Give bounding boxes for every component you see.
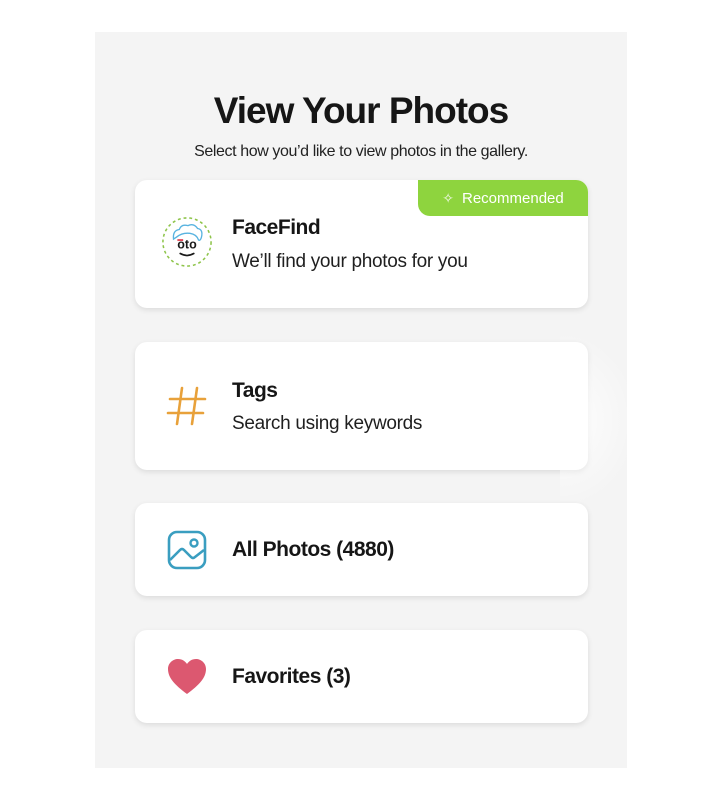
all-photos-option-card[interactable]: All Photos (4880) [135,503,588,596]
favorites-title: Favorites (3) [232,665,351,688]
sparkle-icon: ✧ [442,189,454,206]
page-title: View Your Photos [213,90,509,131]
page-subtitle: Select how you’d like to view photos in … [194,143,528,160]
view-photos-panel: View Your Photos Select how you’d like t… [95,32,627,768]
recommended-badge: ✧ Recommended [418,180,588,216]
facefind-avatar-icon: oto [161,216,213,268]
tags-title: Tags [232,379,278,402]
facefind-title: FaceFind [232,216,321,239]
favorites-option-card[interactable]: Favorites (3) [135,630,588,723]
hashtag-icon [161,380,213,432]
facefind-description: We’ll find your photos for you [232,251,468,272]
recommended-badge-label: Recommended [462,189,564,207]
facefind-option-card[interactable]: ✧ Recommended oto FaceFind We’ll find yo… [135,180,588,308]
heart-icon [161,651,213,703]
all-photos-title: All Photos (4880) [232,538,394,561]
tags-description: Search using keywords [232,413,423,434]
image-icon [161,524,213,576]
tags-option-card[interactable]: Tags Search using keywords [135,342,588,470]
